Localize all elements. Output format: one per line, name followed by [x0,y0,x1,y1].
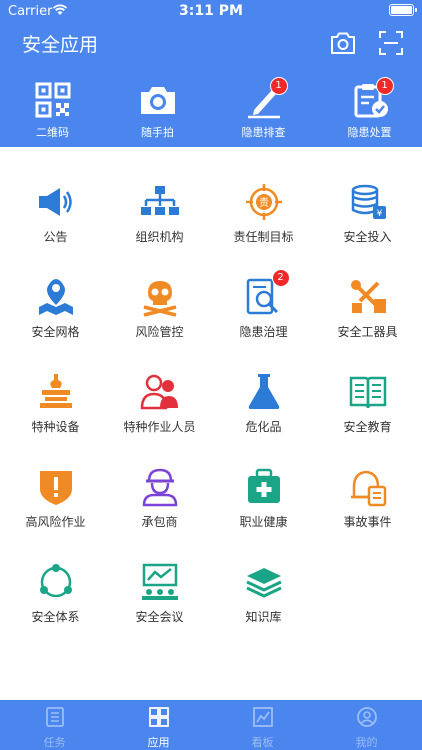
app-special-workers[interactable]: 特种作业人员 [107,360,212,455]
app-header: Carrier 3:11 PM 安全应用 二维码 随手拍 1 隐患排查 1 隐患… [0,0,422,147]
task-list-icon [45,707,64,727]
status-bar: Carrier 3:11 PM [0,0,422,22]
crane-icon [39,374,72,408]
tab-profile[interactable]: 我的 [314,706,419,750]
battery-icon [389,4,417,16]
apps-grid-icon [148,707,169,727]
app-label: 安全网格 [31,325,80,339]
book-icon [349,376,386,409]
app-high-risk-work[interactable]: 高风险作业 [3,455,108,550]
svg-text:¥: ¥ [376,209,382,219]
app-label: 特种设备 [31,420,80,434]
app-hazardous-chemicals[interactable]: 危化品 [211,360,316,455]
quick-action-label: 二维码 [36,126,69,139]
app-special-equipment[interactable]: 特种设备 [3,360,108,455]
app-label: 组织机构 [135,230,184,244]
quick-action-label: 随手拍 [141,126,174,139]
tools-icon [350,280,386,313]
app-contractor[interactable]: 承包商 [107,455,212,550]
medkit-icon [247,468,280,503]
camera-icon [140,87,175,114]
app-label: 安全投入 [343,230,392,244]
tab-label: 看板 [251,736,274,749]
quick-action-snapshot[interactable]: 随手拍 [105,80,210,140]
app-label: 风险管控 [135,325,184,339]
app-safety-grid[interactable]: 安全网格 [3,265,108,360]
app-announcement[interactable]: 公告 [3,170,108,265]
app-safety-meeting[interactable]: 安全会议 [107,550,212,645]
app-knowledge-base[interactable]: 知识库 [211,550,316,645]
app-label: 危化品 [245,420,282,434]
app-label: 责任制目标 [233,230,294,244]
app-label: 特种作业人员 [123,420,196,434]
app-safety-investment[interactable]: ¥ 安全投入 [315,170,420,265]
qr-code-icon [35,82,70,118]
quick-action-label: 隐患处置 [347,126,392,139]
status-time: 3:11 PM [179,3,243,19]
notification-badge: 2 [271,269,290,287]
tab-bar: 任务 应用 看板 我的 [0,700,422,750]
app-label: 安全教育 [343,420,392,434]
tab-label: 任务 [43,736,66,749]
camera-button[interactable] [328,28,358,58]
workers-icon [140,374,178,410]
warning-shield-icon [39,471,72,505]
quick-action-hazard-disposal[interactable]: 1 隐患处置 [317,77,422,140]
page-title: 安全应用 [22,34,99,56]
app-label: 安全体系 [31,610,80,624]
notification-badge: 1 [269,77,288,95]
app-safety-system[interactable]: 安全体系 [3,550,108,645]
alarm-bell-icon [350,470,386,507]
coins-icon: ¥ [351,184,386,219]
quick-action-hazard-check[interactable]: 1 隐患排查 [211,77,316,140]
app-label: 安全工器具 [337,325,398,339]
app-risk-control[interactable]: 风险管控 [107,265,212,360]
tab-label: 我的 [355,736,378,749]
app-label: 事故事件 [343,515,392,529]
app-accident-event[interactable]: 事故事件 [315,455,420,550]
scan-button[interactable] [376,28,406,58]
app-hazard-governance[interactable]: 2 隐患治理 [211,265,316,360]
quick-action-label: 隐患排查 [241,126,286,139]
app-label: 安全会议 [135,610,184,624]
app-label: 公告 [43,230,68,244]
app-occupational-health[interactable]: 职业健康 [211,455,316,550]
tab-apps[interactable]: 应用 [106,706,211,750]
tab-label: 应用 [147,736,170,749]
app-safety-tools[interactable]: 安全工器具 [315,265,420,360]
tab-dashboard[interactable]: 看板 [210,706,315,750]
app-safety-education[interactable]: 安全教育 [315,360,420,455]
stack-books-icon [245,568,282,598]
contractor-icon [142,468,177,507]
app-label: 高风险作业 [25,515,86,529]
dashboard-chart-icon [252,707,273,727]
user-icon [356,707,377,727]
svg-text:责: 责 [259,196,269,209]
map-pin-icon [38,279,73,315]
camera-icon [331,32,355,54]
skull-icon [143,281,176,317]
speaker-icon [38,188,72,216]
target-icon: 责 [245,184,282,220]
app-label: 职业健康 [239,515,288,529]
app-label: 承包商 [141,515,178,529]
quick-action-qr-code[interactable]: 二维码 [0,80,105,140]
org-chart-icon [140,186,179,215]
app-organization[interactable]: 组织机构 [107,170,212,265]
tab-tasks[interactable]: 任务 [2,706,107,750]
flask-icon [248,374,279,409]
cycle-icon [39,564,72,598]
scan-icon [379,31,403,55]
app-responsibility-target[interactable]: 责 责任制目标 [211,170,316,265]
notification-badge: 1 [375,77,394,95]
app-label: 隐患治理 [239,325,288,339]
meeting-icon [141,563,178,600]
app-label: 知识库 [245,610,282,624]
